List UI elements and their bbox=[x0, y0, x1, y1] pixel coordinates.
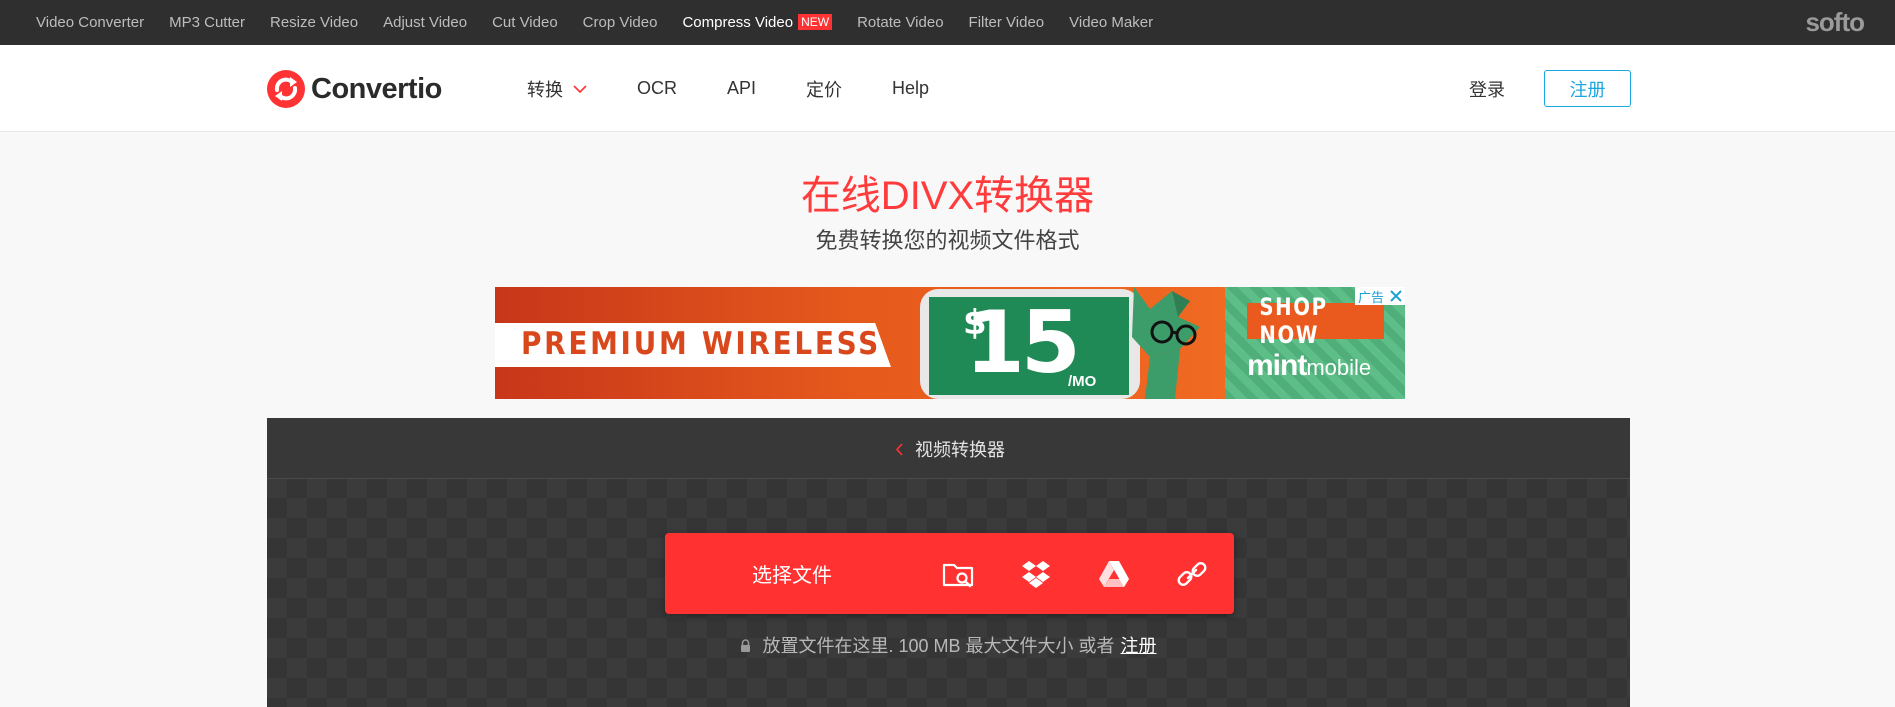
tool-cut-video[interactable]: Cut Video bbox=[492, 14, 558, 31]
ad-choices[interactable]: 广告 bbox=[1354, 287, 1405, 305]
nav-api[interactable]: API bbox=[727, 78, 756, 99]
page-subtitle: 免费转换您的视频文件格式 bbox=[815, 228, 1080, 253]
nav-ocr[interactable]: OCR bbox=[637, 78, 677, 99]
register-button[interactable]: 注册 bbox=[1544, 70, 1631, 107]
ad-price: 15 bbox=[965, 293, 1081, 393]
tool-video-maker[interactable]: Video Maker bbox=[1069, 14, 1153, 31]
convertio-logo[interactable]: Convertio bbox=[267, 69, 442, 109]
lock-icon bbox=[741, 638, 751, 652]
breadcrumb[interactable]: 视频转换器 bbox=[895, 436, 1005, 462]
tool-resize-video[interactable]: Resize Video bbox=[270, 14, 358, 31]
google-drive-icon bbox=[1099, 560, 1129, 587]
tool-rotate-video[interactable]: Rotate Video bbox=[857, 14, 943, 31]
ad-shop-now-button[interactable]: SHOP NOW bbox=[1247, 293, 1384, 349]
drop-note-register-link[interactable]: 注册 bbox=[1121, 632, 1157, 658]
main-nav: 转换 OCR API 定价 Help bbox=[527, 45, 979, 132]
page-title: 在线DIVX转换器 bbox=[800, 174, 1095, 218]
mint-brand-suffix: mobile bbox=[1306, 355, 1372, 380]
drop-note-text: 放置文件在这里. 100 MB 最大文件大小 或者 bbox=[762, 636, 1115, 656]
dropbox-button[interactable] bbox=[997, 533, 1075, 614]
site-header: Convertio 转换 OCR API 定价 Help 登录 注册 bbox=[0, 45, 1895, 132]
tool-compress-video[interactable]: Compress Video NEW bbox=[682, 14, 833, 31]
fox-mascot-icon bbox=[1132, 287, 1200, 399]
new-badge: NEW bbox=[798, 14, 833, 30]
convertio-logo-icon bbox=[267, 70, 305, 108]
tool-video-converter[interactable]: Video Converter bbox=[36, 14, 144, 31]
ad-price-unit: /MO bbox=[1068, 373, 1097, 390]
tool-compress-video-label: Compress Video bbox=[682, 14, 794, 31]
nav-help[interactable]: Help bbox=[892, 78, 929, 99]
nav-convert-label: 转换 bbox=[527, 79, 563, 100]
ad-headline: PREMIUM WIRELESS bbox=[521, 326, 881, 362]
logo-text: Convertio bbox=[311, 72, 442, 105]
tool-filter-video[interactable]: Filter Video bbox=[969, 14, 1045, 31]
close-icon[interactable] bbox=[1387, 287, 1405, 305]
drop-note: 放置文件在这里. 100 MB 最大文件大小 或者 注册 bbox=[267, 632, 1630, 658]
tool-adjust-video[interactable]: Adjust Video bbox=[383, 14, 467, 31]
chevron-left-icon bbox=[895, 442, 903, 456]
from-device-button[interactable] bbox=[919, 533, 997, 614]
softo-logo[interactable]: softo bbox=[1805, 7, 1865, 38]
folder-search-icon bbox=[942, 563, 974, 587]
tool-links: Video Converter MP3 Cutter Resize Video … bbox=[36, 0, 1178, 45]
nav-pricing[interactable]: 定价 bbox=[806, 76, 842, 102]
tool-mp3-cutter[interactable]: MP3 Cutter bbox=[169, 14, 245, 31]
link-icon bbox=[1177, 561, 1207, 586]
breadcrumb-label: 视频转换器 bbox=[915, 440, 1005, 460]
chevron-down-icon bbox=[573, 84, 587, 93]
mint-mobile-logo: mintmobile bbox=[1247, 349, 1371, 383]
top-tool-bar: Video Converter MP3 Cutter Resize Video … bbox=[0, 0, 1895, 45]
google-drive-button[interactable] bbox=[1075, 533, 1153, 614]
choose-files-button[interactable]: 选择文件 bbox=[665, 533, 919, 614]
mint-brand-main: mint bbox=[1247, 349, 1307, 382]
ad-label: 广告 bbox=[1357, 289, 1384, 305]
nav-convert[interactable]: 转换 bbox=[527, 76, 587, 102]
login-link[interactable]: 登录 bbox=[1469, 76, 1505, 102]
advertisement-banner[interactable]: PREMIUM WIRELESS $ 15 /MO SHOP NOW mintm… bbox=[495, 287, 1405, 399]
converter-panel[interactable]: 视频转换器 选择文件 放置文件在这里. 100 MB 最大文件大小 或者 注册 bbox=[267, 418, 1630, 707]
converter-panel-header: 视频转换器 bbox=[267, 418, 1630, 479]
url-link-button[interactable] bbox=[1153, 533, 1231, 614]
tool-crop-video[interactable]: Crop Video bbox=[583, 14, 658, 31]
file-select-bar: 选择文件 bbox=[665, 533, 1234, 614]
dropbox-icon bbox=[1022, 560, 1050, 588]
